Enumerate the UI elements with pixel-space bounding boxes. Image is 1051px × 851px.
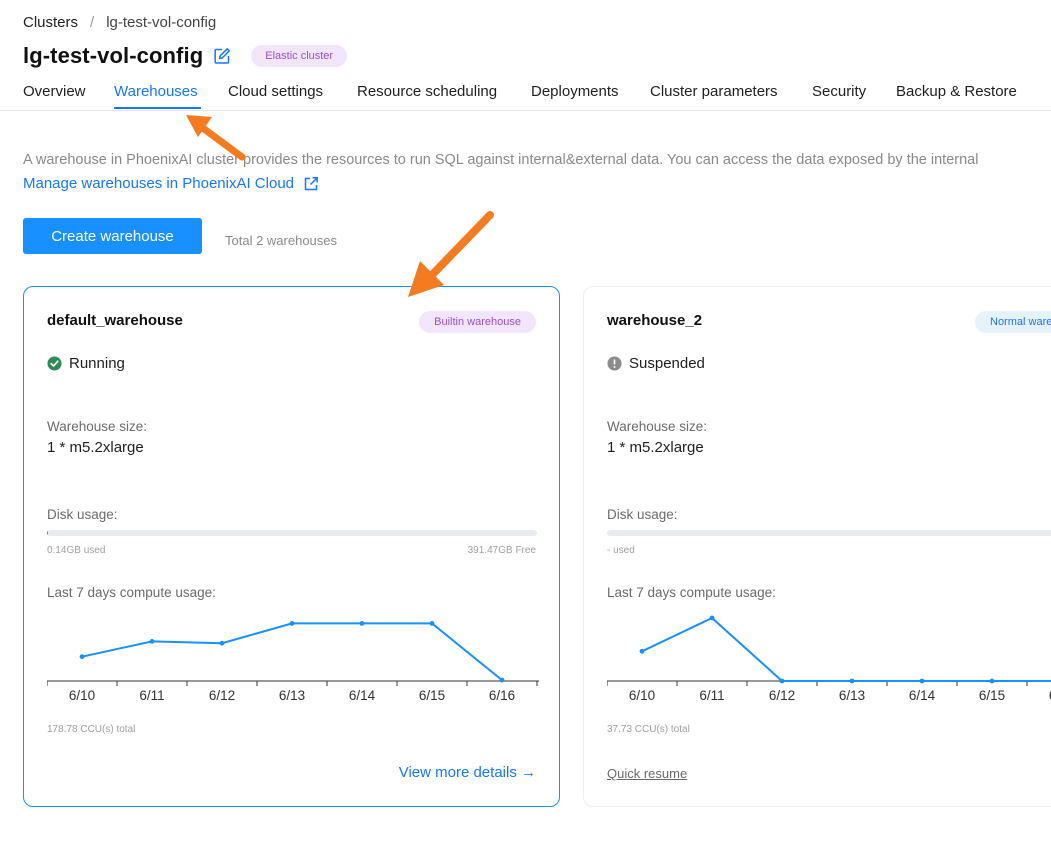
series-line [641, 616, 1051, 682]
external-link-icon [304, 176, 318, 190]
x-tick-label: 6/14 [909, 688, 936, 700]
warehouse-description: A warehouse in PhoenixAI cluster provide… [23, 152, 979, 168]
x-tick-label: 6/14 [349, 688, 376, 700]
create-warehouse-button[interactable]: Create warehouse [23, 218, 202, 254]
tab-backup-restore[interactable]: Backup & Restore [896, 83, 1017, 100]
disk-used-text: - used [607, 545, 635, 556]
data-point [779, 678, 785, 684]
warehouse-count: Total 2 warehouses [225, 233, 338, 248]
warehouse-name: warehouse_2 [607, 312, 703, 329]
disk-usage-fill [47, 530, 49, 536]
warehouse-status: Running [47, 355, 125, 372]
tab-cluster-parameters[interactable]: Cluster parameters [650, 83, 778, 100]
x-tick-label: 6/16 [489, 688, 515, 700]
view-more-details-link[interactable]: View more details → [399, 764, 536, 781]
data-point [149, 639, 155, 644]
tab-overview[interactable]: Overview [23, 83, 86, 100]
title-row: lg-test-vol-config Elastic cluster [23, 43, 348, 69]
disk-usage-label: Disk usage: [607, 507, 678, 522]
page-title: lg-test-vol-config [23, 43, 204, 68]
breadcrumb-clusters-link[interactable]: Clusters [23, 14, 78, 31]
manage-warehouses-label: Manage warehouses in PhoenixAI Cloud [23, 175, 295, 192]
check-circle-icon [47, 356, 62, 371]
data-point [989, 678, 995, 684]
edit-icon[interactable] [213, 47, 231, 65]
breadcrumb-current: lg-test-vol-config [106, 14, 217, 31]
status-text: Suspended [629, 355, 705, 372]
tab-deployments[interactable]: Deployments [531, 83, 619, 100]
warehouse-type-badge: Normal warehouse [975, 311, 1051, 333]
cluster-type-badge: Elastic cluster [251, 45, 348, 67]
data-point [639, 648, 645, 654]
breadcrumb-separator: / [90, 14, 95, 31]
warehouse-card-default[interactable]: default_warehouse Builtin warehouse Runn… [23, 286, 560, 807]
tab-cloud-settings[interactable]: Cloud settings [228, 83, 323, 100]
data-point [79, 654, 85, 660]
compute-total-text: 178.78 CCU(s) total [47, 724, 136, 735]
warehouse-card-2[interactable]: warehouse_2 Normal warehouse Suspended W… [583, 286, 1051, 807]
info-circle-icon [607, 356, 622, 371]
compute-usage-chart: 6/10 6/11 6/12 6/13 6/14 6/15 6/16 [47, 621, 539, 700]
x-tick-label: 6/11 [139, 688, 164, 700]
tab-security[interactable]: Security [812, 83, 866, 100]
disk-usage-label: Disk usage: [47, 507, 118, 522]
tab-resource-scheduling[interactable]: Resource scheduling [357, 83, 497, 100]
data-point [429, 621, 435, 626]
warehouse-size-label: Warehouse size: [47, 419, 148, 434]
x-tick-label: 6/15 [419, 688, 445, 700]
warehouse-name: default_warehouse [47, 312, 183, 329]
compute-total-text: 37.73 CCU(s) total [607, 724, 690, 735]
compute-usage-label: Last 7 days compute usage: [607, 585, 776, 600]
warehouse-size-value: 1 * m5.2xlarge [607, 439, 704, 456]
x-tick-label: 6/13 [839, 688, 865, 700]
tab-bar: Overview Warehouses Cloud settings Resou… [0, 80, 1051, 111]
series-line [81, 622, 503, 681]
active-tab-indicator [114, 107, 201, 109]
disk-free-text: 391.47GB Free [467, 545, 536, 556]
x-tick-label: 6/10 [629, 688, 655, 700]
x-tick-label: 6/12 [769, 688, 795, 700]
data-point [219, 640, 225, 646]
disk-used-text: 0.14GB used [47, 545, 106, 556]
warehouse-type-badge: Builtin warehouse [419, 311, 536, 333]
warehouse-status: Suspended [607, 355, 705, 372]
x-tick-label: 6/13 [279, 688, 305, 700]
x-tick-label: 6/10 [69, 688, 95, 700]
warehouse-size-value: 1 * m5.2xlarge [47, 439, 144, 456]
disk-usage-bar [607, 530, 1051, 536]
x-tick-label: 6/11 [699, 688, 724, 700]
data-point [359, 621, 365, 626]
data-point [919, 678, 925, 684]
data-point [499, 677, 505, 683]
data-point [849, 678, 855, 684]
manage-warehouses-link[interactable]: Manage warehouses in PhoenixAI Cloud [23, 175, 319, 192]
x-tick-label: 6/12 [209, 688, 235, 700]
warehouse-size-label: Warehouse size: [607, 419, 708, 434]
x-tick-label: 6/15 [979, 688, 1005, 700]
data-point [709, 615, 715, 621]
compute-usage-label: Last 7 days compute usage: [47, 585, 216, 600]
tab-warehouses[interactable]: Warehouses [114, 83, 198, 100]
status-text: Running [69, 355, 125, 372]
quick-resume-link[interactable]: Quick resume [607, 766, 687, 781]
compute-usage-chart: 6/106/116/126/136/146/156/16 [607, 615, 1051, 700]
breadcrumb: Clusters / lg-test-vol-config [23, 14, 216, 31]
disk-usage-bar [47, 530, 537, 536]
data-point [289, 621, 295, 626]
